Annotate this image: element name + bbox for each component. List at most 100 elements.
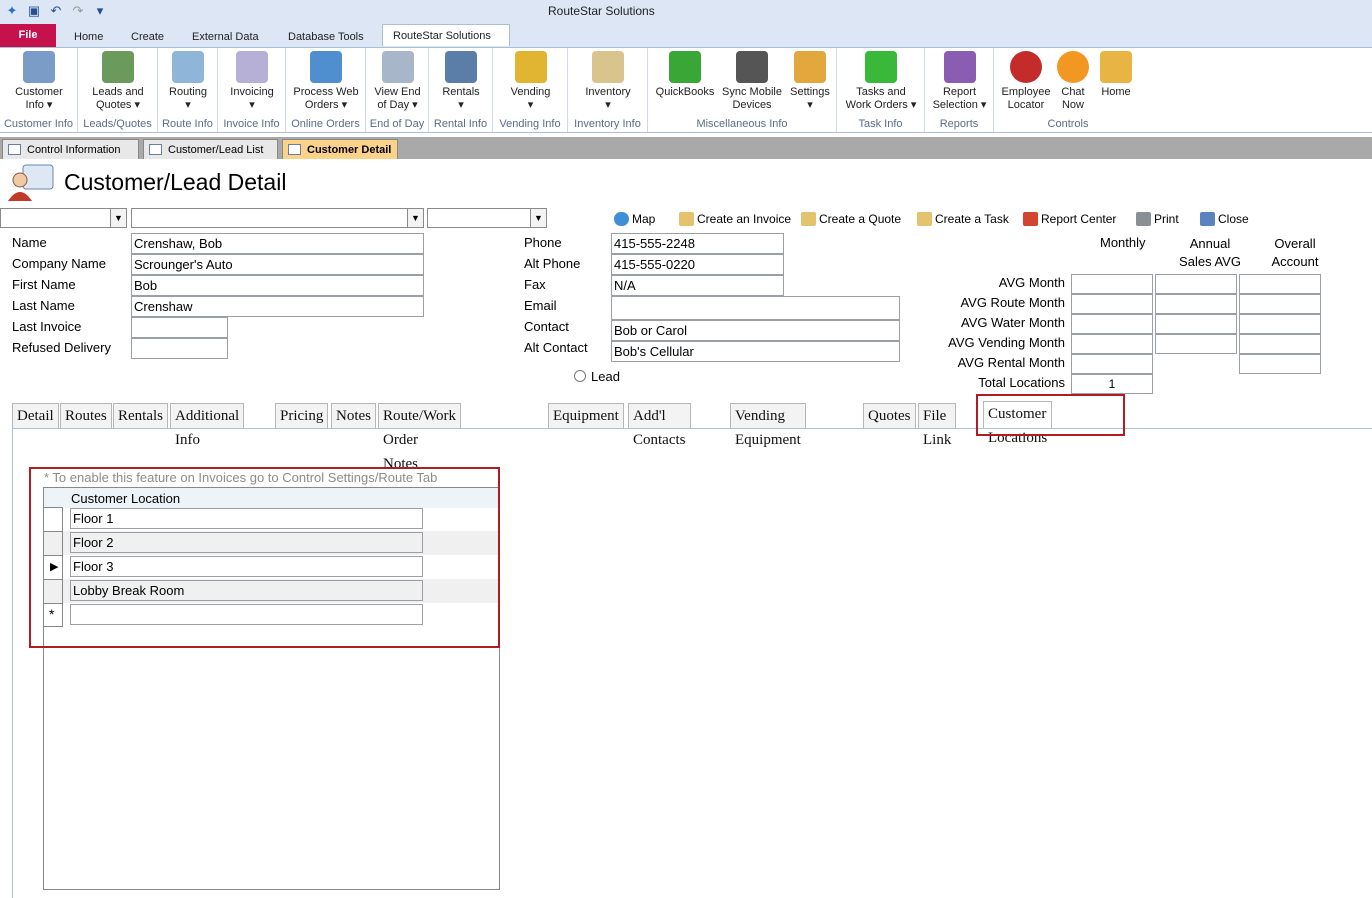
doc-tab-customer-lead-list[interactable]: Customer/Lead List	[143, 139, 278, 159]
avg-route-month-monthly	[1071, 294, 1153, 314]
coins-icon	[514, 51, 547, 83]
avg-vending-month-annual	[1155, 334, 1237, 354]
create-task-action[interactable]: Create a Task	[917, 212, 1009, 226]
tab-create[interactable]: Create	[121, 26, 174, 48]
form-icon	[288, 144, 301, 155]
sync-mobile-devices-button[interactable]: Sync Mobile Devices	[718, 51, 786, 112]
rentals-icon	[445, 51, 477, 83]
doc-tab-customer-detail[interactable]: Customer Detail	[282, 139, 398, 159]
group-task-info: Tasks and Work Orders ▾ Task Info	[837, 48, 925, 132]
tab-page-border	[12, 428, 1372, 429]
alt-contact-field[interactable]: Bob's Cellular	[611, 341, 900, 362]
document-tabs: Control Information Customer/Lead List C…	[0, 137, 1372, 159]
group-label: End of Day	[369, 118, 425, 130]
tab-routestar-solutions[interactable]: RouteStar Solutions	[382, 24, 510, 46]
report-center-action[interactable]: Report Center	[1023, 212, 1116, 226]
routing-button[interactable]: Routing ▾	[160, 51, 216, 112]
settings-button[interactable]: Settings ▾	[786, 51, 834, 112]
contact-label: Contact	[524, 319, 569, 334]
avg-vending-month-monthly	[1071, 334, 1153, 354]
form-icon	[149, 144, 162, 155]
tab-routes[interactable]: Routes	[60, 403, 112, 429]
chat-now-button[interactable]: Chat Now	[1056, 51, 1090, 112]
view-end-of-day-button[interactable]: View End of Day ▾	[368, 51, 427, 112]
refused-delivery-field[interactable]	[131, 338, 228, 359]
vending-button[interactable]: Vending ▾	[495, 51, 566, 112]
chevron-down-icon[interactable]: ▼	[530, 209, 546, 227]
doc-tab-control-information[interactable]: Control Information	[2, 139, 139, 159]
tasks-work-orders-button[interactable]: Tasks and Work Orders ▾	[839, 51, 923, 112]
tab-database-tools[interactable]: Database Tools	[278, 26, 374, 48]
tab-home[interactable]: Home	[64, 26, 113, 48]
title-bar: ✦ ▣ ↶ ↷ ▾ RouteStar Solutions	[0, 0, 1372, 24]
tab-page-border-left	[12, 428, 13, 898]
group-vending-info: Vending ▾ Vending Info	[493, 48, 568, 132]
group-route-info: Routing ▾ Route Info	[158, 48, 218, 132]
window-title: RouteStar Solutions	[548, 4, 655, 18]
lead-radio[interactable]	[574, 370, 586, 382]
refused-delivery-label: Refused Delivery	[12, 340, 111, 355]
tab-external-data[interactable]: External Data	[182, 26, 269, 48]
name-field[interactable]: Crenshaw, Bob	[131, 233, 424, 254]
filter-combo-3[interactable]: ▼	[427, 208, 547, 228]
company-name-field[interactable]: Scrounger's Auto	[131, 254, 424, 275]
home-button[interactable]: Home	[1094, 51, 1138, 99]
exit-door-icon	[1200, 212, 1215, 226]
create-quote-action[interactable]: Create a Quote	[801, 212, 901, 226]
tab-rentals[interactable]: Rentals	[113, 403, 168, 429]
contact-field[interactable]: Bob or Carol	[611, 320, 900, 341]
first-name-field[interactable]: Bob	[131, 275, 424, 296]
invoicing-button[interactable]: Invoicing ▾	[220, 51, 284, 112]
group-label: Customer Info	[3, 118, 74, 130]
print-action[interactable]: Print	[1136, 212, 1179, 226]
tab-pricing[interactable]: Pricing	[275, 403, 329, 429]
total-locations-value: 1	[1071, 374, 1153, 394]
total-locations-label: Total Locations	[978, 375, 1065, 390]
tab-quotes[interactable]: Quotes	[863, 403, 916, 429]
fax-field[interactable]: N/A	[611, 275, 784, 296]
map-icon	[172, 51, 204, 83]
alt-phone-label: Alt Phone	[524, 256, 581, 271]
close-action[interactable]: Close	[1200, 212, 1249, 226]
filter-combo-1[interactable]: ▼	[0, 208, 127, 228]
customer-info-button[interactable]: Customer Info ▾	[4, 51, 74, 112]
page-title: Customer/Lead Detail	[64, 169, 287, 195]
tab-file-link[interactable]: File Link	[918, 403, 957, 448]
email-field[interactable]	[611, 296, 900, 320]
employee-locator-button[interactable]: Employee Locator	[996, 51, 1056, 112]
chevron-down-icon[interactable]: ▼	[110, 209, 126, 227]
leads-quotes-button[interactable]: Leads and Quotes ▾	[82, 51, 154, 112]
quickbooks-icon	[669, 51, 701, 83]
group-leads-quotes: Leads and Quotes ▾ Leads/Quotes	[78, 48, 158, 132]
group-customer-info: Customer Info ▾ Customer Info	[0, 48, 78, 132]
phone-field[interactable]: 415-555-2248	[611, 233, 784, 254]
quickbooks-button[interactable]: QuickBooks	[652, 51, 718, 99]
avg-rental-month-label: AVG Rental Month	[957, 355, 1065, 370]
tab-detail[interactable]: Detail	[12, 403, 59, 429]
tab-vending-equipment[interactable]: Vending Equipment	[730, 403, 806, 448]
tab-route-work-order-notes[interactable]: Route/Work Order Notes	[378, 403, 461, 472]
tab-notes[interactable]: Notes	[331, 403, 376, 429]
quote-icon	[801, 212, 816, 226]
avg-water-month-monthly	[1071, 314, 1153, 334]
tab-additional-info[interactable]: Additional Info	[170, 403, 245, 448]
avg-month-overall	[1239, 274, 1321, 294]
filter-combo-2[interactable]: ▼	[131, 208, 424, 228]
avg-vending-month-overall	[1239, 334, 1321, 354]
last-name-field[interactable]: Crenshaw	[131, 296, 424, 317]
tab-addl-contacts[interactable]: Add'l Contacts	[628, 403, 691, 448]
rentals-button[interactable]: Rentals ▾	[431, 51, 491, 112]
process-web-orders-button[interactable]: Process Web Orders ▾	[288, 51, 364, 112]
report-selection-button[interactable]: Report Selection ▾	[927, 51, 992, 112]
bar-chart-icon	[1023, 212, 1038, 226]
alt-phone-field[interactable]: 415-555-0220	[611, 254, 784, 275]
tab-equipment[interactable]: Equipment	[548, 403, 624, 429]
group-label: Reports	[939, 118, 979, 130]
create-invoice-action[interactable]: Create an Invoice	[679, 212, 791, 226]
inventory-button[interactable]: Inventory ▾	[570, 51, 646, 112]
tab-file[interactable]: File	[0, 24, 56, 47]
map-action[interactable]: Map	[614, 212, 655, 226]
group-label: Online Orders	[291, 118, 360, 130]
chevron-down-icon[interactable]: ▼	[407, 209, 423, 227]
last-invoice-field[interactable]	[131, 317, 228, 338]
